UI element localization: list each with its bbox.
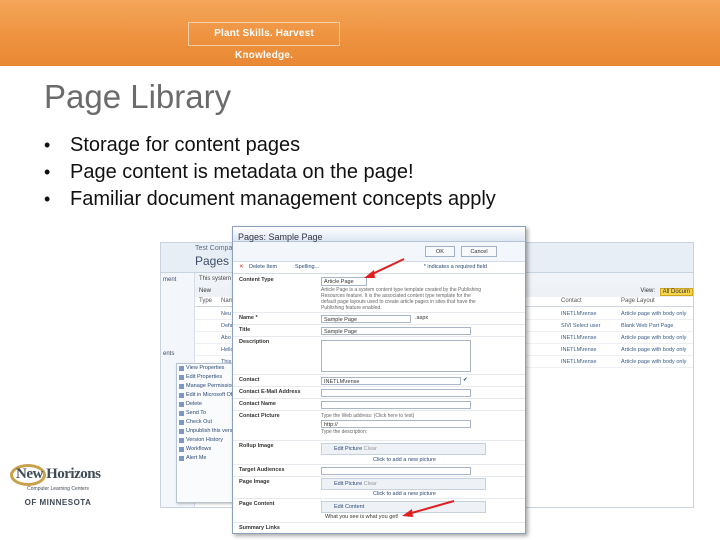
column-page-layout[interactable]: Page Layout bbox=[621, 298, 655, 304]
name-input[interactable]: Sample Page bbox=[321, 315, 411, 323]
delete-item-button[interactable]: Delete Item bbox=[249, 264, 277, 270]
logo-subtitle: Computer Learning Centers bbox=[27, 486, 89, 492]
logo-name: New Horizons bbox=[16, 466, 101, 482]
page-image-edit-button[interactable]: Edit Picture Clear bbox=[321, 478, 486, 490]
new-horizons-logo: New Horizons Computer Learning Centers O… bbox=[6, 462, 101, 532]
bullet-glyph: • bbox=[44, 162, 51, 182]
field-contact-name: Contact Name bbox=[233, 399, 525, 411]
row-layout: Article page with body only bbox=[621, 359, 687, 365]
field-title: Title Sample Page bbox=[233, 325, 525, 337]
url-hint: Type the Web address: (Click here to tes… bbox=[321, 413, 415, 419]
column-contact[interactable]: Contact bbox=[561, 298, 582, 304]
field-label: Contact bbox=[239, 377, 260, 383]
contact-people-picker[interactable]: INETLM\rense bbox=[321, 377, 461, 385]
bullet-text: Storage for content pages bbox=[70, 134, 301, 156]
bullet-item: • Page content is metadata on the page! bbox=[44, 159, 684, 186]
cancel-button[interactable]: Cancel bbox=[461, 246, 497, 257]
quick-launch-item[interactable]: ment bbox=[161, 273, 194, 287]
add-picture-link[interactable]: Click to add a new picture bbox=[373, 457, 436, 463]
button-label: Edit Picture bbox=[334, 481, 363, 487]
header-banner: Plant Skills. Harvest Knowledge. bbox=[0, 0, 720, 66]
bullet-text: Familiar document management concepts ap… bbox=[70, 188, 496, 210]
field-contact: Contact INETLM\rense ✔ bbox=[233, 375, 525, 387]
add-picture-link[interactable]: Click to add a new picture bbox=[373, 491, 436, 497]
button-label: Edit Picture bbox=[334, 446, 363, 452]
field-label: Contact Picture bbox=[239, 413, 280, 419]
bullet-item: • Storage for content pages bbox=[44, 132, 684, 159]
check-names-icon[interactable]: ✔ bbox=[463, 377, 468, 383]
bullet-item: • Familiar document management concepts a… bbox=[44, 186, 684, 213]
content-type-description: Article Page is a system content type te… bbox=[321, 287, 482, 311]
field-contact-email: Contact E-Mail Address bbox=[233, 387, 525, 399]
dialog-titlebar: Pages: Sample Page bbox=[233, 227, 525, 242]
bullet-text: Page content is metadata on the page! bbox=[70, 161, 414, 183]
logo-state: OF MINNESOTA bbox=[24, 498, 92, 507]
field-label: Contact E-Mail Address bbox=[239, 389, 301, 395]
description-hint: Type the description: bbox=[321, 429, 368, 435]
description-textarea[interactable] bbox=[321, 340, 471, 372]
rollup-edit-picture-button[interactable]: Edit Picture Clear bbox=[321, 443, 486, 455]
page-content-value: What you see is what you get! bbox=[325, 514, 399, 520]
field-contact-picture: Contact Picture Type the Web address: (C… bbox=[233, 411, 525, 441]
row-contact[interactable]: INETLM\rense bbox=[561, 311, 596, 317]
new-menu: This system li bbox=[199, 276, 236, 282]
slide-title: Page Library bbox=[44, 78, 232, 115]
ok-button[interactable]: OK bbox=[425, 246, 455, 257]
field-label: Rollup Image bbox=[239, 443, 274, 449]
row-name[interactable]: Defa bbox=[221, 323, 233, 329]
field-label: Title bbox=[239, 327, 251, 333]
dialog-title: Pages: Sample Page bbox=[238, 232, 323, 242]
row-contact[interactable]: INETLM\rense bbox=[561, 335, 596, 341]
row-layout: Article page with body only bbox=[621, 347, 687, 353]
row-contact[interactable]: INETLM\rense bbox=[561, 359, 596, 365]
callout-arrow-page-content bbox=[402, 500, 455, 517]
library-title: Pages bbox=[195, 254, 230, 268]
view-label: View: bbox=[640, 288, 655, 294]
field-rollup-image: Rollup Image Edit Picture Clear Click to… bbox=[233, 441, 525, 465]
field-description: Description bbox=[233, 337, 525, 375]
clear-link[interactable]: Clear bbox=[364, 481, 377, 487]
field-summary-links: Summary Links bbox=[233, 523, 525, 533]
tagline: Plant Skills. Harvest Knowledge. bbox=[188, 22, 340, 61]
bullet-list: • Storage for content pages • Page content… bbox=[44, 132, 684, 213]
contact-name-input[interactable] bbox=[321, 401, 471, 409]
name-suffix: .aspx bbox=[415, 315, 429, 321]
field-label: Description bbox=[239, 339, 270, 345]
field-label: Page Content bbox=[239, 501, 275, 507]
field-label: Target Audiences bbox=[239, 467, 285, 473]
row-layout: Article page with body only bbox=[621, 335, 687, 341]
picture-url-input[interactable]: http:// bbox=[321, 420, 471, 428]
quick-launch-spacer bbox=[161, 287, 194, 347]
contact-email-input[interactable] bbox=[321, 389, 471, 397]
row-layout: Blank Web Part Page bbox=[621, 323, 674, 329]
row-contact[interactable]: SIVI Select user bbox=[561, 323, 600, 329]
field-label: Summary Links bbox=[239, 525, 280, 531]
field-page-image: Page Image Edit Picture Clear Click to a… bbox=[233, 477, 525, 499]
title-input[interactable]: Sample Page bbox=[321, 327, 471, 335]
callout-arrow-content-type bbox=[364, 258, 405, 278]
row-name[interactable]: Neu bbox=[221, 311, 231, 317]
field-target-audiences: Target Audiences bbox=[233, 465, 525, 477]
row-name[interactable]: Abo bbox=[221, 335, 231, 341]
spelling-button[interactable]: Spelling... bbox=[295, 264, 319, 270]
row-layout: Article page with body only bbox=[621, 311, 687, 317]
required-note: * indicates a required field bbox=[423, 264, 487, 270]
new-button[interactable]: New bbox=[199, 288, 211, 294]
quick-launch-item[interactable]: ents bbox=[161, 347, 194, 361]
audiences-picker[interactable] bbox=[321, 467, 471, 475]
field-label: Content Type bbox=[239, 277, 274, 283]
view-selector[interactable]: All Docum bbox=[659, 288, 693, 296]
field-name: Name * Sample Page .aspx bbox=[233, 313, 525, 325]
breadcrumb[interactable]: Test Compan bbox=[195, 245, 236, 252]
row-contact[interactable]: INETLM\rense bbox=[561, 347, 596, 353]
field-label: Contact Name bbox=[239, 401, 276, 407]
clear-link[interactable]: Clear bbox=[364, 446, 377, 452]
field-label: Page Image bbox=[239, 479, 270, 485]
field-page-content: Page Content Edit Content What you see i… bbox=[233, 499, 525, 523]
field-label: Name * bbox=[239, 315, 258, 321]
bullet-glyph: • bbox=[44, 189, 51, 209]
bullet-glyph: • bbox=[44, 135, 51, 155]
delete-icon: ✕ bbox=[239, 264, 244, 270]
column-type[interactable]: Type bbox=[199, 298, 212, 304]
